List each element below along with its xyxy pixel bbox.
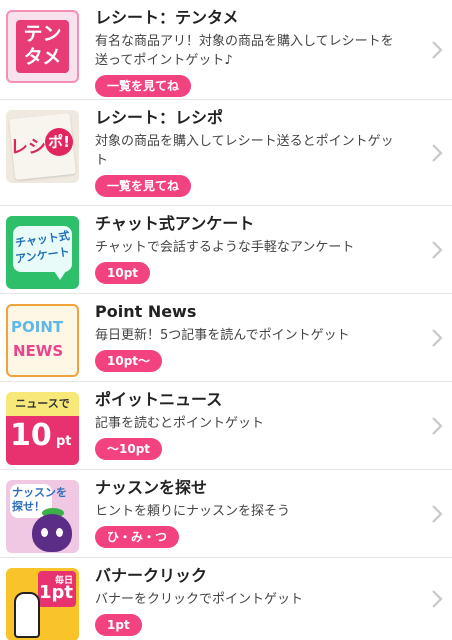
points-badge: 10pt〜 — [95, 350, 163, 372]
point-news-logo: POINT NEWS — [6, 304, 79, 377]
item-title: ナッスンを探せ — [95, 478, 208, 497]
banner-click-logo: 毎日 1pt — [6, 568, 79, 640]
item-title: レシート：テンタメ — [95, 8, 239, 27]
points-badge: 10pt — [95, 262, 151, 284]
offer-list: テン タメ レシート：テンタメ 有名な商品アリ！対象の商品を購入してレシートを … — [0, 0, 452, 640]
list-item-poit-news[interactable]: ニュースで 10 pt ポイットニュース 記事を読むとポイントゲット 〜10pt — [0, 382, 452, 470]
poit-news-logo: ニュースで 10 pt — [6, 392, 79, 465]
chevron-right-icon — [430, 415, 444, 437]
item-title: レシート：レシポ — [95, 108, 224, 127]
item-title: ポイットニュース — [95, 390, 223, 409]
item-title: Point News — [95, 302, 197, 321]
view-list-badge[interactable]: 一覧を見てね — [95, 175, 192, 197]
chevron-right-icon — [430, 588, 444, 610]
view-list-badge[interactable]: 一覧を見てね — [95, 75, 192, 97]
chevron-right-icon — [430, 39, 444, 61]
list-item-find-nassun[interactable]: ナッスンを 探せ！ ナッスンを探せ ヒントを頼りにナッスンを探そう ひ・み・つ — [0, 470, 452, 558]
list-item-point-news[interactable]: POINT NEWS Point News 毎日更新！5つ記事を読んでポイントゲ… — [0, 294, 452, 382]
item-title: チャット式アンケート — [95, 214, 255, 233]
tentame-logo: テン タメ — [6, 10, 79, 83]
points-badge: 1pt — [95, 614, 142, 636]
chevron-right-icon — [430, 239, 444, 261]
item-description: チャットで会話するような手軽なアンケート — [95, 240, 355, 255]
list-item-banner-click[interactable]: 毎日 1pt バナークリック バナーをクリックでポイントゲット 1pt — [0, 558, 452, 640]
list-item-tentame[interactable]: テン タメ レシート：テンタメ 有名な商品アリ！対象の商品を購入してレシートを … — [0, 0, 452, 100]
points-badge: 〜10pt — [95, 438, 163, 460]
list-item-reshipo[interactable]: レシ ポ! レシート：レシポ 対象の商品を購入してレシート送るとポイントゲッ ト… — [0, 100, 452, 206]
item-title: バナークリック — [95, 566, 208, 585]
nassun-logo: ナッスンを 探せ！ — [6, 480, 79, 553]
chat-survey-logo: チャット式 アンケート — [6, 216, 79, 289]
points-badge: ひ・み・つ — [95, 526, 180, 548]
item-description: 対象の商品を購入してレシート送るとポイントゲッ ト — [95, 134, 394, 168]
item-description: 記事を読むとポイントゲット — [95, 416, 265, 431]
pointer-hand-icon — [14, 592, 40, 638]
chevron-right-icon — [430, 327, 444, 349]
chevron-right-icon — [430, 503, 444, 525]
item-description: 有名な商品アリ！対象の商品を購入してレシートを 送ってポイントゲット♪ — [95, 34, 394, 68]
reshipo-logo: レシ ポ! — [6, 110, 79, 183]
item-description: バナーをクリックでポイントゲット — [95, 592, 304, 607]
item-description: ヒントを頼りにナッスンを探そう — [95, 504, 291, 519]
chevron-right-icon — [430, 142, 444, 164]
item-description: 毎日更新！5つ記事を読んでポイントゲット — [95, 328, 350, 343]
list-item-chat-survey[interactable]: チャット式 アンケート チャット式アンケート チャットで会話するような手軽なアン… — [0, 206, 452, 294]
